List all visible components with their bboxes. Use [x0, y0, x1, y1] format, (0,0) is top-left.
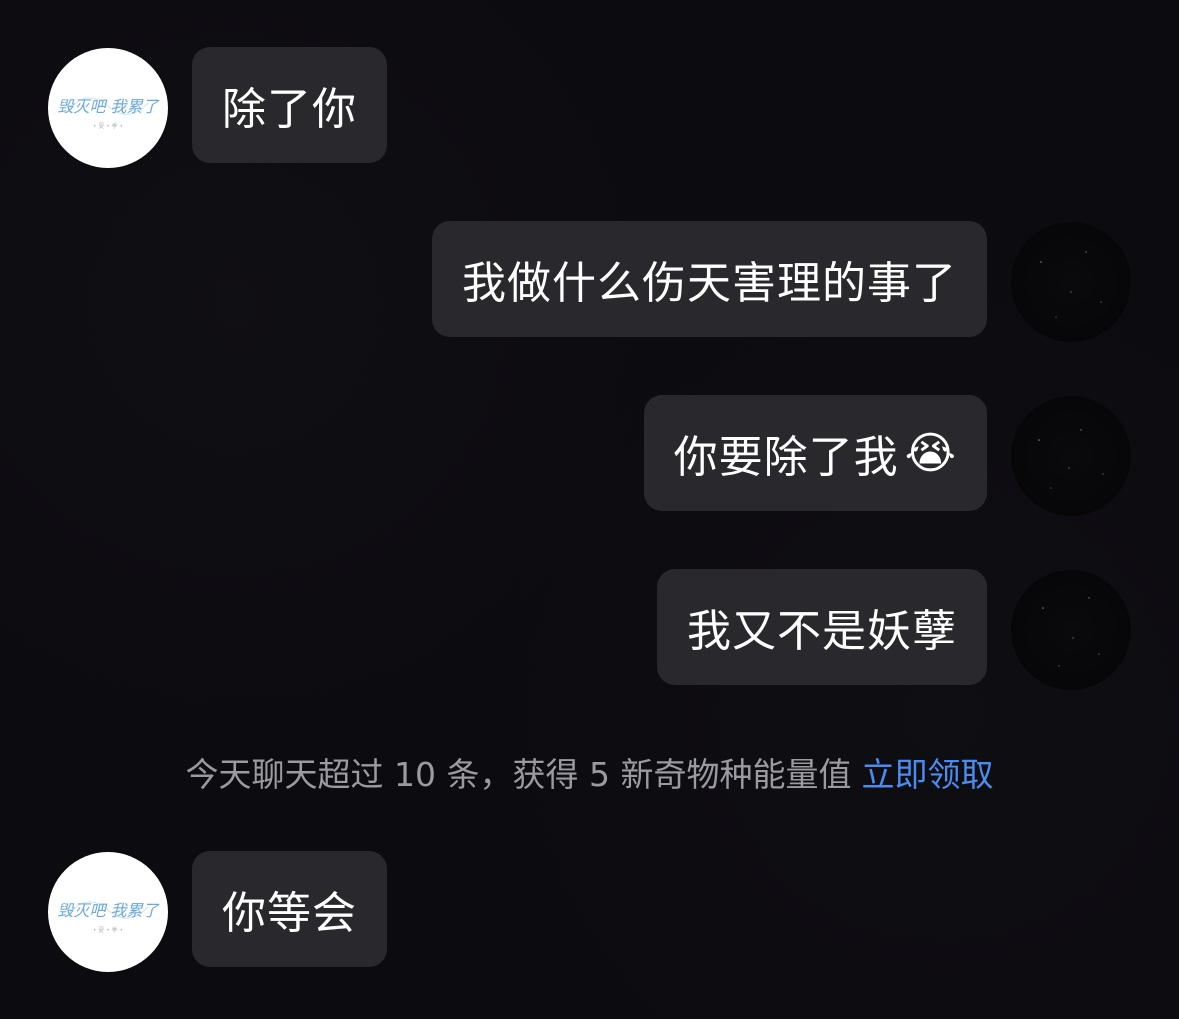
message-text: 我做什么伤天害理的事了: [462, 258, 957, 309]
message-bubble-sent[interactable]: 我又不是妖孽: [657, 569, 987, 685]
contact-avatar[interactable]: 毁灭吧 我累了 • 夏 • 季 •: [48, 852, 168, 972]
contact-avatar[interactable]: 毁灭吧 我累了 • 夏 • 季 •: [48, 48, 168, 168]
chat-view: 毁灭吧 我累了 • 夏 • 季 • 除了你 我做什么伤天害理的事了 你要除了我 …: [0, 0, 1179, 1019]
message-bubble-received[interactable]: 你等会: [192, 851, 387, 967]
user-avatar[interactable]: [1011, 570, 1131, 690]
avatar-logo-text: 毁灭吧 我累了: [57, 901, 160, 920]
message-text: 你等会: [222, 888, 357, 939]
avatar-logo: 毁灭吧 我累了 • 夏 • 季 •: [57, 97, 160, 130]
message-text: 除了你: [222, 84, 357, 135]
system-notice-text: 今天聊天超过 10 条，获得 5 新奇物种能量值: [185, 755, 852, 794]
message-bubble-received[interactable]: 除了你: [192, 47, 387, 163]
avatar-logo-subtext: • 夏 • 季 •: [93, 926, 123, 934]
starfield-avatar-image: [1038, 429, 1104, 489]
starfield-avatar-image: [1042, 597, 1100, 667]
user-avatar[interactable]: [1011, 222, 1131, 342]
message-text: 我又不是妖孽: [687, 606, 957, 657]
starfield-avatar-image: [1040, 251, 1102, 318]
message-text: 你要除了我: [673, 432, 899, 483]
avatar-logo: 毁灭吧 我累了 • 夏 • 季 •: [57, 901, 160, 934]
avatar-logo-text: 毁灭吧 我累了: [57, 97, 160, 116]
message-bubble-sent[interactable]: 我做什么伤天害理的事了: [432, 221, 987, 337]
message-bubble-sent[interactable]: 你要除了我 😭: [643, 395, 987, 511]
user-avatar[interactable]: [1011, 396, 1131, 516]
claim-now-link[interactable]: 立即领取: [861, 755, 993, 794]
avatar-logo-subtext: • 夏 • 季 •: [93, 122, 123, 130]
crying-face-emoji-icon: 😭: [904, 427, 957, 479]
system-notice: 今天聊天超过 10 条，获得 5 新奇物种能量值 立即领取: [0, 748, 1179, 796]
